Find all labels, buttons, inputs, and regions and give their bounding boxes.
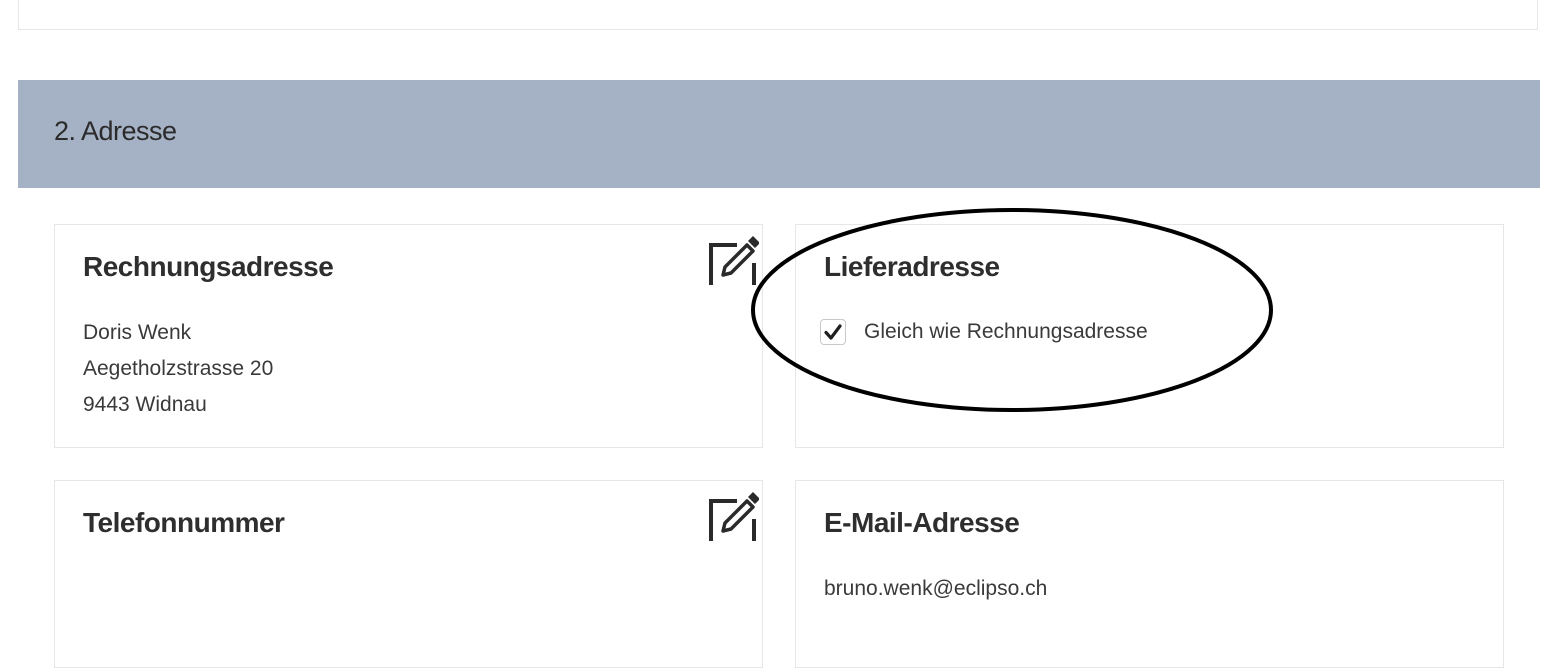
- checkmark-icon: [824, 324, 842, 340]
- billing-street: Aegetholzstrasse 20: [83, 357, 274, 380]
- phone-card: Telefonnummer: [54, 480, 763, 668]
- email-title: E-Mail-Adresse: [824, 507, 1020, 538]
- edit-phone-button[interactable]: [707, 489, 760, 546]
- section-title: 2. Adresse: [54, 116, 177, 146]
- email-lines: bruno.wenk@eclipso.ch: [824, 571, 1047, 607]
- billing-address-lines: Doris Wenk Aegetholzstrasse 20 9443 Widn…: [83, 315, 273, 423]
- billing-address-title: Rechnungsadresse: [83, 251, 334, 282]
- section-header: 2. Adresse: [18, 80, 1540, 188]
- email-card: E-Mail-Adresse bruno.wenk@eclipso.ch: [795, 480, 1504, 668]
- same-as-billing-label[interactable]: Gleich wie Rechnungsadresse: [864, 320, 1148, 344]
- billing-address-card: Rechnungsadresse Doris Wenk Aegetholzstr…: [54, 224, 763, 448]
- edit-icon: [709, 236, 760, 290]
- previous-section-panel: [18, 0, 1538, 30]
- same-as-billing-checkbox[interactable]: [820, 319, 846, 345]
- same-as-billing-option[interactable]: Gleich wie Rechnungsadresse: [820, 317, 1148, 347]
- edit-billing-address-button[interactable]: [707, 233, 760, 290]
- shipping-address-card: Lieferadresse Gleich wie Rechnungsadress…: [795, 224, 1504, 448]
- email-value: bruno.wenk@eclipso.ch: [824, 577, 1048, 600]
- billing-name: Doris Wenk: [83, 321, 192, 344]
- billing-city: 9443 Widnau: [83, 393, 207, 416]
- shipping-address-title: Lieferadresse: [824, 251, 1000, 282]
- phone-title: Telefonnummer: [83, 507, 285, 538]
- edit-icon: [709, 492, 760, 546]
